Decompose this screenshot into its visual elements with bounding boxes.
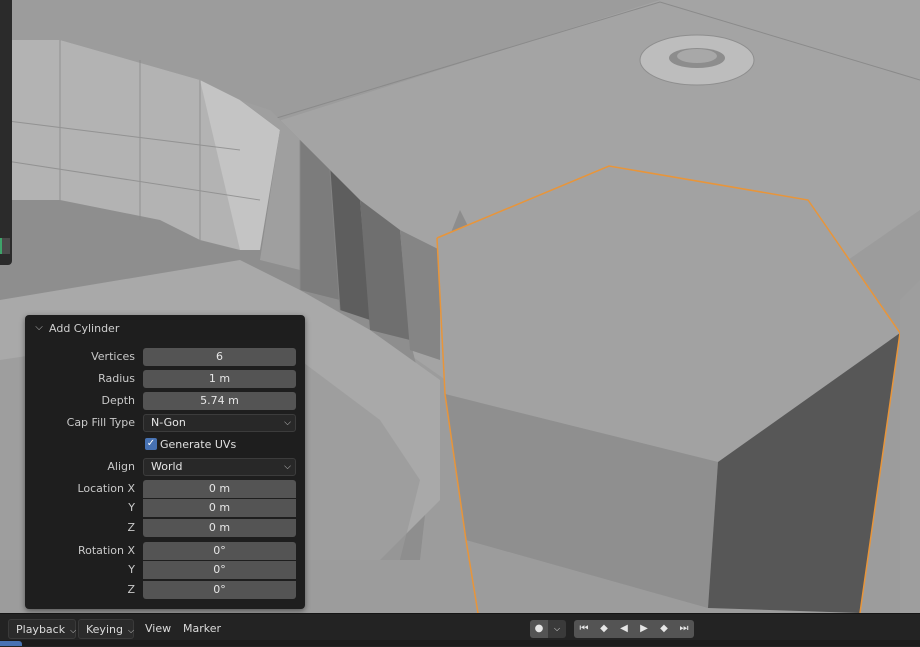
- rotation-z-field[interactable]: 0°: [143, 581, 296, 599]
- vertices-label: Vertices: [91, 350, 135, 363]
- align-label: Align: [107, 460, 135, 473]
- align-row: Align World ⌵: [25, 458, 305, 477]
- rotation-z-row: Z 0°: [25, 581, 305, 600]
- cap-fill-type-dropdown[interactable]: N-Gon ⌵: [143, 414, 296, 432]
- align-value: World: [151, 460, 183, 473]
- chevron-down-icon: ⌵: [284, 462, 291, 472]
- jump-to-end-icon[interactable]: ⏭: [674, 620, 694, 638]
- previous-keyframe-icon[interactable]: ◆: [594, 620, 614, 638]
- keying-label: Keying: [86, 623, 123, 636]
- annotate-tool-icon[interactable]: [2, 170, 10, 178]
- cap-fill-type-label: Cap Fill Type: [66, 416, 135, 429]
- location-z-field[interactable]: 0 m: [143, 519, 296, 537]
- radius-label: Radius: [98, 372, 135, 385]
- radius-field[interactable]: 1 m: [143, 370, 296, 388]
- area-corner-handle[interactable]: [0, 641, 22, 646]
- record-icon[interactable]: ●: [530, 620, 548, 638]
- location-y-row: Y 0 m: [25, 499, 305, 518]
- location-y-field[interactable]: 0 m: [143, 499, 296, 517]
- vertices-row: Vertices 6: [25, 348, 305, 367]
- cursor-tool-icon[interactable]: [2, 20, 10, 28]
- toolbar: [0, 0, 12, 265]
- radius-row: Radius 1 m: [25, 370, 305, 389]
- cap-fill-type-row: Cap Fill Type N-Gon ⌵: [25, 414, 305, 433]
- chevron-down-icon: ⌵: [284, 418, 291, 428]
- location-z-row: Z 0 m: [25, 519, 305, 538]
- keying-menu[interactable]: Keying ⌵: [78, 619, 134, 639]
- rotation-x-field[interactable]: 0°: [143, 542, 296, 560]
- playback-menu[interactable]: Playback ⌵: [8, 619, 76, 639]
- rotation-x-label: Rotation X: [77, 544, 135, 557]
- generate-uvs-checkbox[interactable]: ✓: [145, 438, 157, 450]
- rotation-z-label: Z: [127, 583, 135, 596]
- measure-tool-icon[interactable]: [2, 205, 10, 213]
- adjust-last-operation-panel: ⌵ Add Cylinder Vertices 6 Radius 1 m Dep…: [25, 315, 305, 609]
- playback-label: Playback: [16, 623, 66, 636]
- rotation-y-label: Y: [128, 563, 135, 576]
- panel-header[interactable]: ⌵ Add Cylinder: [33, 321, 119, 335]
- jump-to-start-icon[interactable]: ⏮: [574, 620, 594, 638]
- scale-tool-icon[interactable]: [2, 125, 10, 133]
- location-x-field[interactable]: 0 m: [143, 480, 296, 498]
- add-cube-tool-icon[interactable]: [0, 238, 10, 254]
- rotation-x-row: Rotation X 0°: [25, 542, 305, 561]
- rotation-y-field[interactable]: 0°: [143, 561, 296, 579]
- depth-field[interactable]: 5.74 m: [143, 392, 296, 410]
- chevron-down-icon: ⌵: [70, 626, 77, 635]
- location-x-row: Location X 0 m: [25, 480, 305, 499]
- next-keyframe-icon[interactable]: ◆: [654, 620, 674, 638]
- view-menu[interactable]: View: [145, 619, 171, 639]
- panel-title: Add Cylinder: [49, 321, 120, 335]
- chevron-down-icon[interactable]: ⌵: [33, 322, 45, 334]
- depth-row: Depth 5.74 m: [25, 392, 305, 411]
- rotation-y-row: Y 0°: [25, 561, 305, 580]
- depth-label: Depth: [101, 394, 135, 407]
- cap-fill-type-value: N-Gon: [151, 416, 186, 429]
- location-z-label: Z: [127, 521, 135, 534]
- play-reverse-icon[interactable]: ◀: [614, 620, 634, 638]
- generate-uvs-label[interactable]: Generate UVs: [160, 438, 236, 451]
- marker-menu[interactable]: Marker: [183, 619, 221, 639]
- move-tool-icon[interactable]: [2, 55, 10, 63]
- chevron-down-icon[interactable]: ⌵: [548, 620, 566, 638]
- chevron-down-icon: ⌵: [127, 626, 135, 635]
- location-x-label: Location X: [77, 482, 135, 495]
- generate-uvs-row: ✓ Generate UVs: [25, 436, 305, 455]
- vertices-field[interactable]: 6: [143, 348, 296, 366]
- timeline-body: [0, 640, 920, 646]
- align-dropdown[interactable]: World ⌵: [143, 458, 296, 476]
- rotate-tool-icon[interactable]: [2, 100, 10, 108]
- location-y-label: Y: [128, 501, 135, 514]
- play-icon[interactable]: ▶: [634, 620, 654, 638]
